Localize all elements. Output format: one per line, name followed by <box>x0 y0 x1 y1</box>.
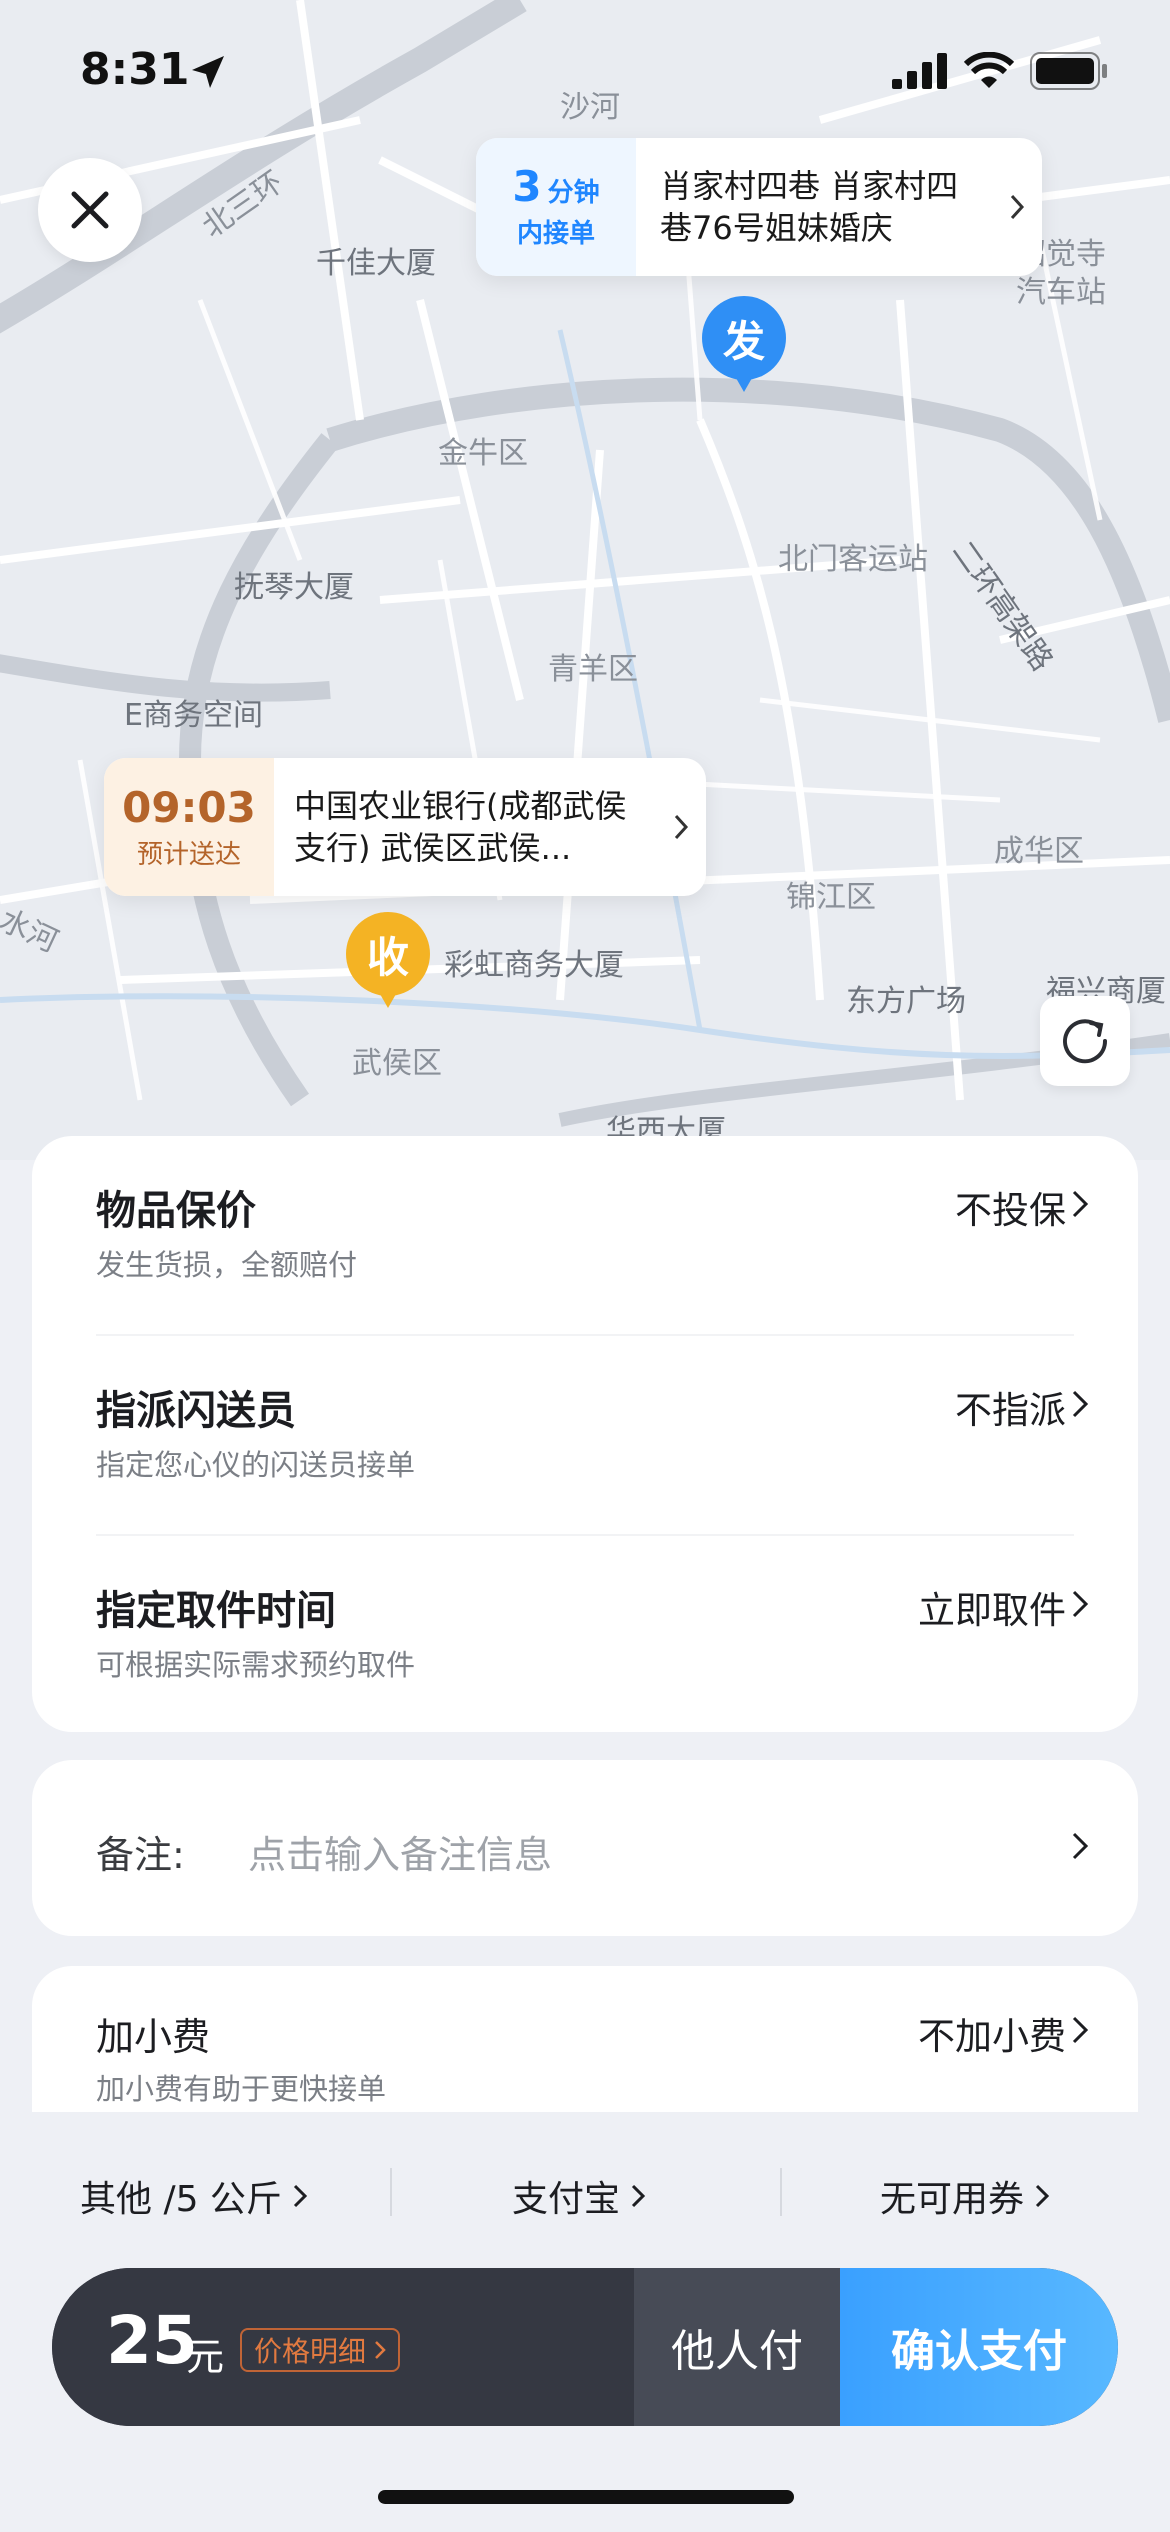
item-type-label: 其他 /5 公斤 <box>80 2179 282 2220</box>
note-input[interactable]: 点击输入备注信息 <box>248 1824 552 1879</box>
pickup-eta-unit: 分钟 <box>547 177 600 208</box>
chevron-right-icon <box>992 138 1042 276</box>
close-icon <box>71 191 109 229</box>
chevron-right-icon <box>1072 1832 1089 1860</box>
note-label: 备注: <box>96 1833 185 1877</box>
signal-icon <box>892 53 947 89</box>
refresh-button[interactable] <box>1040 996 1130 1086</box>
option-subtitle: 可根据实际需求预约取件 <box>96 1648 416 1682</box>
price-detail-label: 价格明细 <box>254 2335 367 2368</box>
dropoff-eta: 09:03 预计送达 <box>104 758 274 896</box>
map-label-beimen: 北门客运站 <box>778 542 928 577</box>
status-icons <box>892 52 1110 90</box>
location-arrow-icon <box>192 56 224 88</box>
order-summary-bar: 其他 /5 公斤 支付宝 无可用券 <box>0 2150 1170 2230</box>
pickup-eta-suffix: 内接单 <box>516 218 595 249</box>
others-pay-button[interactable]: 他人付 <box>634 2268 840 2426</box>
chevron-right-icon <box>656 758 706 896</box>
pickup-pin[interactable]: 发 <box>702 296 786 392</box>
coupon-label: 无可用券 <box>880 2179 1025 2220</box>
pickup-eta-number: 3 <box>512 161 542 211</box>
pickup-address-bubble[interactable]: 3 分钟 内接单 肖家村四巷 肖家村四巷76号姐妹婚庆 <box>476 138 1042 276</box>
chevron-right-icon <box>1035 2184 1050 2208</box>
option-title: 物品保价 <box>96 1188 256 1234</box>
wifi-icon <box>964 52 1014 88</box>
option-title: 指定取件时间 <box>96 1588 336 1634</box>
chevron-right-icon <box>1072 1190 1089 1218</box>
divider <box>780 2168 782 2216</box>
price-detail-button[interactable]: 价格明细 <box>240 2328 401 2372</box>
payment-method-label: 支付宝 <box>512 2179 621 2220</box>
payment-method-selector[interactable]: 支付宝 <box>512 2170 646 2222</box>
chevron-right-icon <box>1072 2016 1089 2044</box>
battery-icon <box>1030 52 1107 90</box>
map-label-wuhou: 武侯区 <box>352 1046 442 1081</box>
pickup-address: 肖家村四巷 肖家村四巷76号姐妹婚庆 <box>660 167 959 247</box>
dropoff-address: 中国农业银行(成都武侯支行) 武侯区武侯... <box>294 787 627 867</box>
chevron-right-icon <box>375 2341 386 2359</box>
dropoff-pin[interactable]: 收 <box>346 912 430 1008</box>
map-label-jinjiang: 锦江区 <box>786 880 876 915</box>
price-unit: 元 <box>186 2335 225 2379</box>
price-area: 25 元 价格明细 <box>52 2268 634 2426</box>
option-title: 指派闪送员 <box>96 1388 296 1434</box>
status-time: 8:31 <box>80 44 190 95</box>
map-label-qianjia: 千佳大厦 <box>316 246 436 281</box>
tip-title: 加小费 <box>96 2015 211 2059</box>
dropoff-eta-time: 09:03 <box>122 782 256 832</box>
confirm-pay-button[interactable]: 确认支付 <box>840 2268 1118 2426</box>
chevron-right-icon <box>1072 1390 1089 1418</box>
item-type-selector[interactable]: 其他 /5 公斤 <box>80 2170 308 2222</box>
chevron-right-icon <box>631 2184 646 2208</box>
option-subtitle: 发生货损，全额赔付 <box>96 1248 358 1282</box>
tip-value: 不加小费 <box>918 2015 1066 2058</box>
map-label-fuqin: 抚琴大厦 <box>234 570 354 605</box>
chevron-right-icon <box>1072 1590 1089 1618</box>
map-label-dongfang: 东方广场 <box>846 984 966 1019</box>
map-label-caihong: 彩虹商务大厦 <box>444 948 624 983</box>
map-label-jinniu: 金牛区 <box>438 436 528 471</box>
option-subtitle: 指定您心仪的闪送员接单 <box>96 1448 416 1482</box>
map-label-eshang: E商务空间 <box>124 698 263 733</box>
chevron-right-icon <box>293 2184 308 2208</box>
pickup-time-option[interactable]: 指定取件时间 可根据实际需求预约取件 立即取件 <box>32 1536 1138 1736</box>
option-value: 不投保 <box>955 1189 1066 1232</box>
pickup-eta: 3 分钟 内接单 <box>476 138 636 276</box>
insurance-option[interactable]: 物品保价 发生货损，全额赔付 不投保 <box>32 1136 1138 1336</box>
divider <box>390 2168 392 2216</box>
map-label-chenghua: 成华区 <box>994 834 1084 869</box>
order-options-card: 物品保价 发生货损，全额赔付 不投保 指派闪送员 指定您心仪的闪送员接单 不指派… <box>32 1136 1138 1732</box>
coupon-selector[interactable]: 无可用券 <box>880 2170 1050 2222</box>
assign-courier-option[interactable]: 指派闪送员 指定您心仪的闪送员接单 不指派 <box>32 1336 1138 1536</box>
dropoff-eta-label: 预计送达 <box>136 839 241 870</box>
close-button[interactable] <box>38 158 142 262</box>
home-indicator[interactable] <box>378 2490 794 2504</box>
option-value: 不指派 <box>955 1389 1066 1432</box>
payment-bar: 25 元 价格明细 他人付 确认支付 <box>52 2268 1118 2426</box>
tip-subtitle: 加小费有助于更快接单 <box>96 2072 387 2106</box>
option-value: 立即取件 <box>918 1589 1066 1632</box>
price-amount: 25 <box>106 2302 198 2379</box>
refresh-icon <box>1063 1019 1108 1064</box>
dropoff-address-bubble[interactable]: 09:03 预计送达 中国农业银行(成都武侯支行) 武侯区武侯... <box>104 758 706 896</box>
note-card[interactable]: 备注: 点击输入备注信息 <box>32 1760 1138 1936</box>
status-bar: 8:31 <box>0 0 1170 150</box>
map-label-qingyang: 青羊区 <box>548 652 638 687</box>
